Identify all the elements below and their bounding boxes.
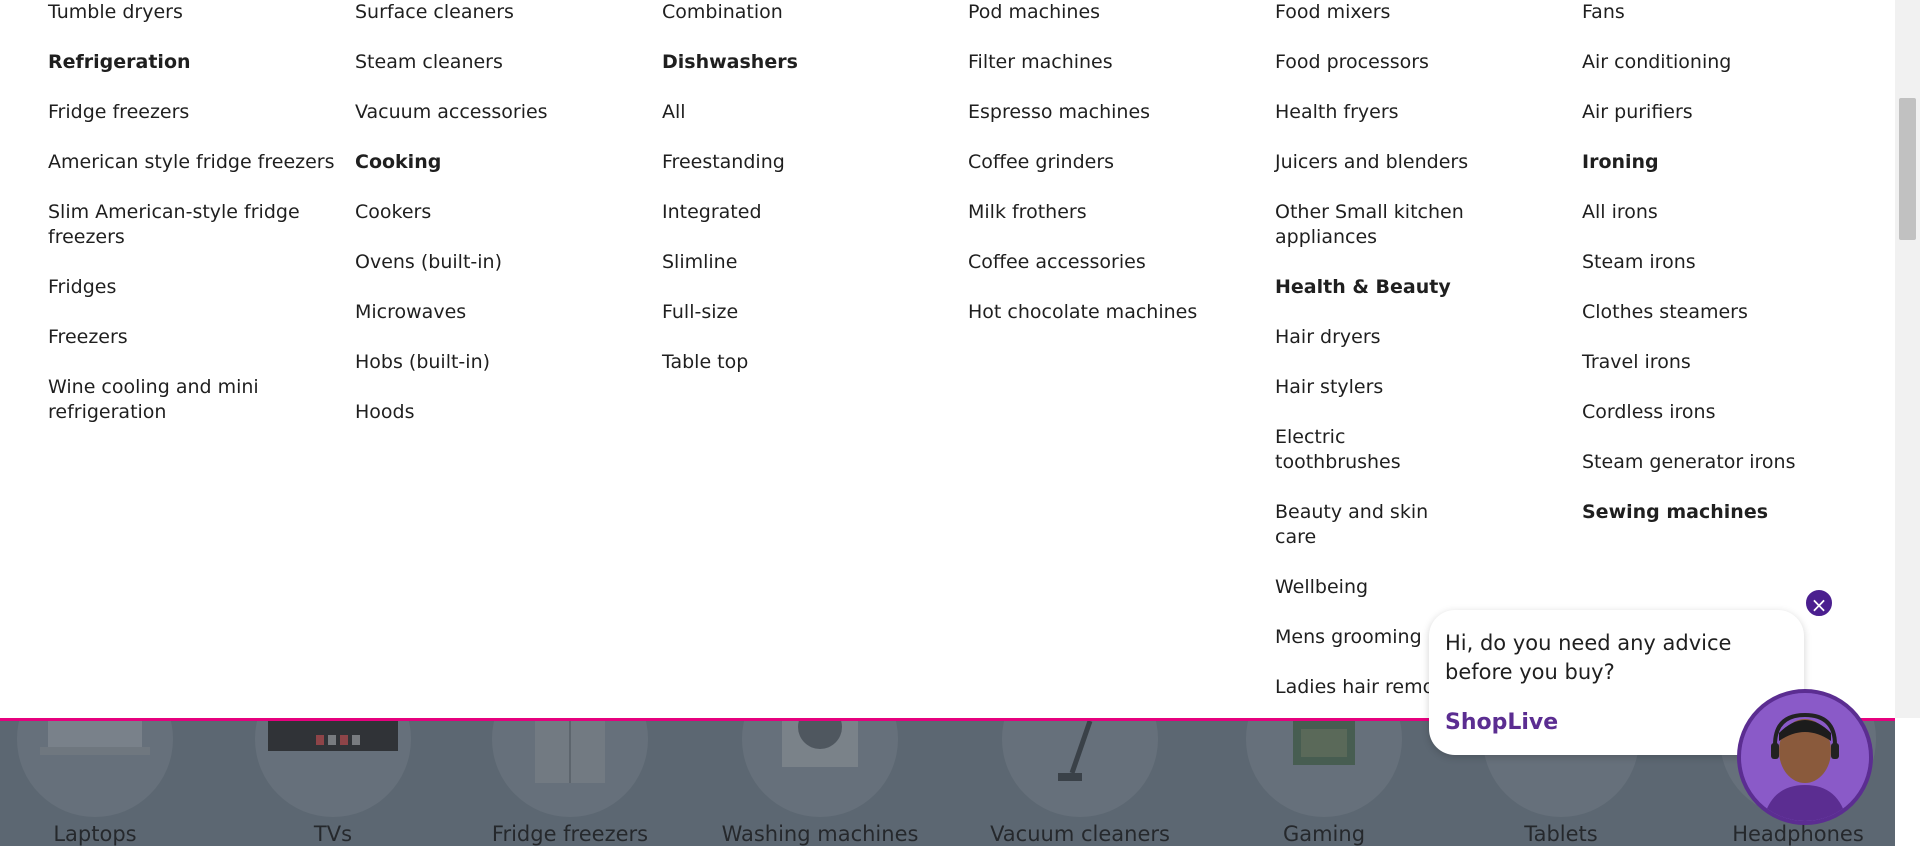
menu-link[interactable]: Filter machines	[968, 50, 1258, 100]
menu-link[interactable]: All	[662, 100, 952, 150]
menu-heading-cooking[interactable]: Cooking	[355, 150, 645, 200]
menu-link[interactable]: Slimline	[662, 250, 952, 300]
menu-link[interactable]: Slim American-style fridge freezers	[48, 200, 338, 275]
menu-link[interactable]: Integrated	[662, 200, 952, 250]
chat-agent-avatar[interactable]	[1737, 689, 1873, 825]
menu-column-3: Combination Dishwashers All Freestanding…	[662, 0, 952, 400]
menu-link[interactable]: Other Small kitchen appliances	[1275, 200, 1475, 275]
menu-heading-dishwashers[interactable]: Dishwashers	[662, 50, 952, 100]
menu-heading-ironing[interactable]: Ironing	[1582, 150, 1872, 200]
menu-link[interactable]: Combination	[662, 0, 952, 50]
menu-link[interactable]: Travel irons	[1582, 350, 1872, 400]
menu-column-6: Fans Air conditioning Air purifiers Iron…	[1582, 0, 1872, 550]
menu-link[interactable]: Microwaves	[355, 300, 645, 350]
menu-link-tumble-dryers[interactable]: Tumble dryers	[48, 0, 338, 50]
menu-heading-refrigeration[interactable]: Refrigeration	[48, 50, 338, 100]
menu-link[interactable]: Air conditioning	[1582, 50, 1872, 100]
menu-link[interactable]: Ovens (built-in)	[355, 250, 645, 300]
menu-link[interactable]: Full-size	[662, 300, 952, 350]
menu-link[interactable]: Milk frothers	[968, 200, 1258, 250]
menu-link[interactable]: Hot chocolate machines	[968, 300, 1258, 350]
menu-link[interactable]: Hair dryers	[1275, 325, 1475, 375]
menu-link[interactable]: Steam irons	[1582, 250, 1872, 300]
menu-link[interactable]: Wine cooling and mini refrigeration	[48, 375, 338, 450]
page-scrollbar[interactable]	[1895, 0, 1920, 718]
menu-link[interactable]: Cordless irons	[1582, 400, 1872, 450]
menu-link[interactable]: Fans	[1582, 0, 1872, 50]
menu-column-4: Pod machines Filter machines Espresso ma…	[968, 0, 1258, 350]
menu-link[interactable]: Air purifiers	[1582, 100, 1872, 150]
menu-link[interactable]: Cookers	[355, 200, 645, 250]
menu-link[interactable]: Fridge freezers	[48, 100, 338, 150]
menu-link[interactable]: Pod machines	[968, 0, 1258, 50]
menu-link[interactable]: Hobs (built-in)	[355, 350, 645, 400]
menu-heading-sewing-machines[interactable]: Sewing machines	[1582, 500, 1872, 550]
menu-link[interactable]: Steam cleaners	[355, 50, 645, 100]
menu-link[interactable]: Beauty and skin care	[1275, 500, 1475, 575]
menu-heading-health-beauty[interactable]: Health & Beauty	[1275, 275, 1475, 325]
scrollbar-thumb[interactable]	[1899, 98, 1916, 240]
menu-link[interactable]: Surface cleaners	[355, 0, 645, 50]
menu-link[interactable]: Espresso machines	[968, 100, 1258, 150]
menu-link[interactable]: Hair stylers	[1275, 375, 1475, 425]
menu-link[interactable]: Food processors	[1275, 50, 1475, 100]
menu-link[interactable]: Coffee grinders	[968, 150, 1258, 200]
menu-link[interactable]: Food mixers	[1275, 0, 1475, 50]
menu-link[interactable]: Fridges	[48, 275, 338, 325]
menu-link[interactable]: Coffee accessories	[968, 250, 1258, 300]
menu-link[interactable]: American style fridge freezers	[48, 150, 338, 200]
menu-link[interactable]: Clothes steamers	[1582, 300, 1872, 350]
chat-brand-link[interactable]: ShopLive	[1445, 710, 1558, 735]
menu-link[interactable]: Electric toothbrushes	[1275, 425, 1475, 500]
close-icon[interactable]: ×	[1804, 588, 1834, 618]
menu-link[interactable]: Juicers and blenders	[1275, 150, 1475, 200]
chat-message: Hi, do you need any advice before you bu…	[1445, 631, 1732, 684]
agent-portrait-icon	[1741, 693, 1869, 821]
menu-link[interactable]: All irons	[1582, 200, 1872, 250]
menu-link[interactable]: Steam generator irons	[1582, 450, 1872, 500]
menu-link[interactable]: Hoods	[355, 400, 645, 450]
menu-link[interactable]: Freezers	[48, 325, 338, 375]
menu-link[interactable]: Vacuum accessories	[355, 100, 645, 150]
menu-link[interactable]: Table top	[662, 350, 952, 400]
menu-link[interactable]: Freestanding	[662, 150, 952, 200]
menu-column-1: Tumble dryers Refrigeration Fridge freez…	[48, 0, 338, 450]
menu-column-2: Surface cleaners Steam cleaners Vacuum a…	[355, 0, 645, 450]
menu-link[interactable]: Health fryers	[1275, 100, 1475, 150]
